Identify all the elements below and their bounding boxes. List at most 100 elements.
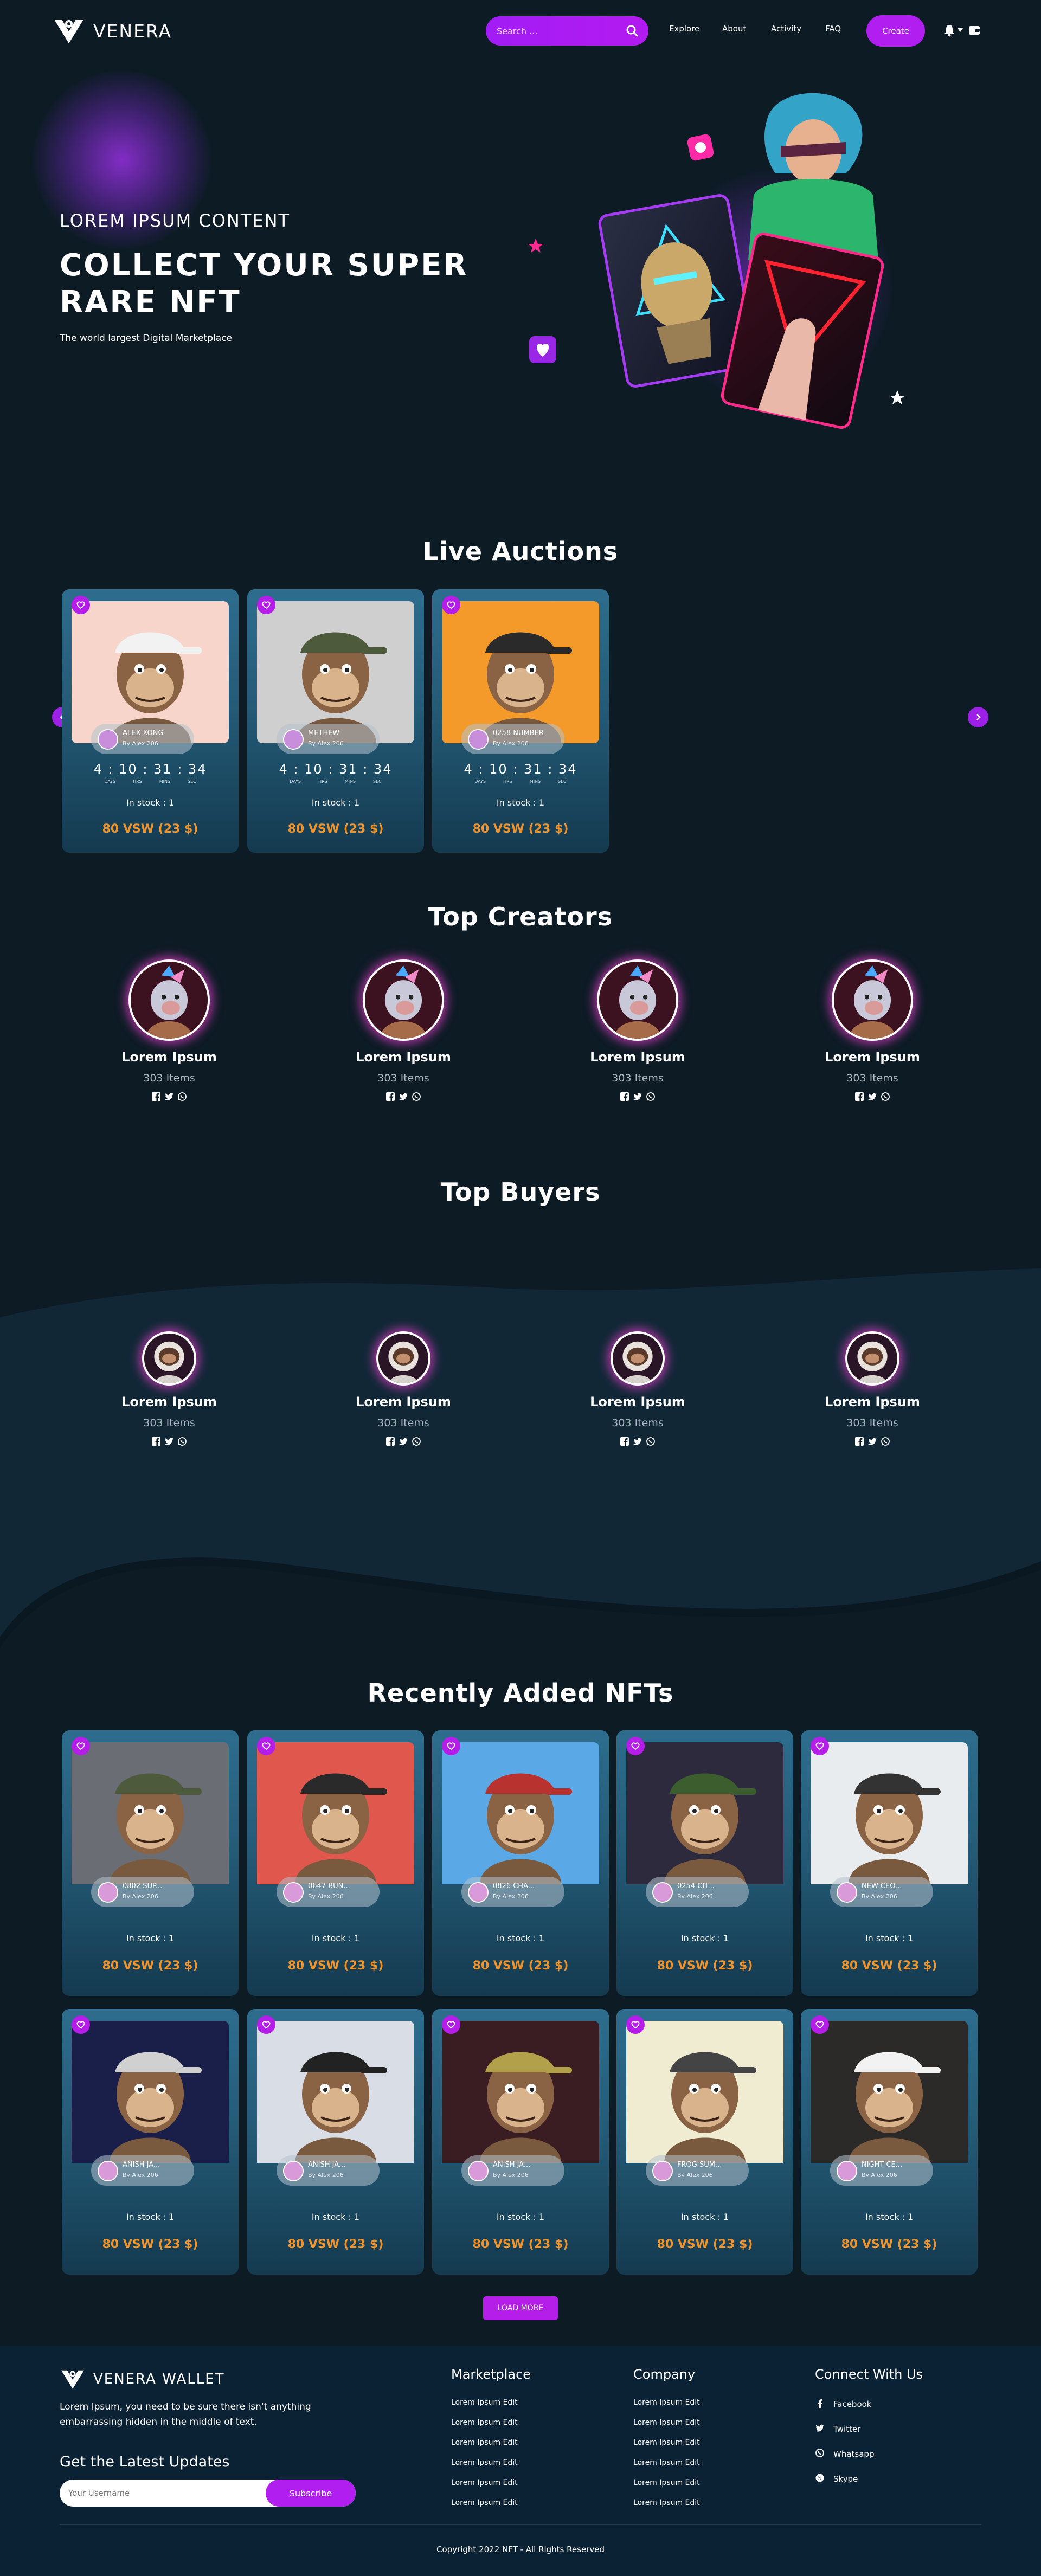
nft-card[interactable]: ANISH JA... By Alex 206 In stock : 1 80 VSW… — [62, 2009, 239, 2275]
facebook-icon[interactable] — [151, 1092, 161, 1102]
twitter-icon[interactable] — [868, 1092, 877, 1102]
carousel-next-button[interactable] — [968, 707, 988, 727]
nft-card[interactable]: 0254 CIT... By Alex 206 In stock : 1 80 VSW… — [616, 1730, 793, 1996]
load-more-button[interactable]: LOAD MORE — [483, 2296, 558, 2320]
brand-logo[interactable]: VENERA — [52, 16, 172, 46]
nft-card[interactable]: NEW CEO... By Alex 206 In stock : 1 80 VSW … — [801, 1730, 978, 1996]
whatsapp-icon[interactable] — [412, 1437, 421, 1446]
buyer-card[interactable]: Lorem Ipsum 303 Items — [556, 1331, 719, 1446]
search-icon[interactable] — [626, 24, 639, 37]
twitter-icon[interactable] — [633, 1437, 642, 1446]
owner-chip[interactable]: 0254 CIT... By Alex 206 — [646, 1877, 749, 1907]
social-link[interactable]: Twitter — [815, 2423, 860, 2435]
facebook-icon[interactable] — [620, 1437, 629, 1446]
facebook-icon[interactable] — [385, 1092, 395, 1102]
owner-chip[interactable]: ANISH JA... By Alex 206 — [277, 2155, 380, 2186]
owner-chip[interactable]: ANISH JA... By Alex 206 — [91, 2155, 194, 2186]
social-link[interactable]: S Skype — [815, 2473, 858, 2485]
like-button[interactable] — [811, 2015, 829, 2034]
bell-icon[interactable] — [943, 24, 955, 37]
nav-about[interactable]: About — [722, 24, 746, 34]
creator-avatar-frame[interactable] — [128, 959, 210, 1041]
nft-card[interactable]: 0802 SUP... By Alex 206 In stock : 1 80 VSW… — [62, 1730, 239, 1996]
like-button[interactable] — [442, 2015, 460, 2034]
nft-card[interactable]: NIGHT CE... By Alex 206 In stock : 1 80 VSW… — [801, 2009, 978, 2275]
nft-card[interactable]: 0826 CHA... By Alex 206 In stock : 1 80 VSW… — [432, 1730, 609, 1996]
owner-chip[interactable]: 0802 SUP... By Alex 206 — [91, 1877, 194, 1907]
like-button[interactable] — [257, 1737, 275, 1755]
social-link[interactable]: Whatsapp — [815, 2448, 874, 2460]
auction-card[interactable]: 0258 NUMBER By Alex 206 4 : 10 : 31 : 34 DA… — [432, 589, 609, 853]
buyer-avatar-frame[interactable] — [845, 1331, 899, 1386]
whatsapp-icon[interactable] — [881, 1092, 890, 1102]
company-link[interactable]: Lorem Ipsum Edit — [633, 2398, 700, 2407]
whatsapp-icon[interactable] — [881, 1437, 890, 1446]
owner-chip[interactable]: 0826 CHA... By Alex 206 — [461, 1877, 564, 1907]
like-button[interactable] — [257, 596, 275, 614]
owner-chip[interactable]: FROG SUM... By Alex 206 — [646, 2155, 749, 2186]
subscribe-button[interactable]: Subscribe — [266, 2480, 356, 2507]
creator-card[interactable]: Lorem Ipsum 303 Items — [88, 959, 250, 1102]
owner-chip[interactable]: ALEX XONG By Alex 206 — [91, 724, 194, 754]
twitter-icon[interactable] — [164, 1092, 174, 1102]
buyer-card[interactable]: Lorem Ipsum 303 Items — [791, 1331, 954, 1446]
buyer-avatar-frame[interactable] — [142, 1331, 196, 1386]
company-link[interactable]: Lorem Ipsum Edit — [633, 2498, 700, 2507]
creator-avatar-frame[interactable] — [832, 959, 913, 1041]
whatsapp-icon[interactable] — [177, 1437, 187, 1446]
nft-image[interactable] — [257, 601, 414, 743]
search-input[interactable] — [497, 25, 616, 36]
like-button[interactable] — [72, 1737, 90, 1755]
nft-image[interactable] — [72, 601, 229, 743]
nav-explore[interactable]: Explore — [669, 24, 699, 34]
twitter-icon[interactable] — [399, 1437, 408, 1446]
creator-card[interactable]: Lorem Ipsum 303 Items — [791, 959, 954, 1102]
owner-chip[interactable]: NEW CEO... By Alex 206 — [830, 1877, 933, 1907]
facebook-icon[interactable] — [854, 1092, 864, 1102]
creator-card[interactable]: Lorem Ipsum 303 Items — [322, 959, 485, 1102]
owner-chip[interactable]: ANISH JA... By Alex 206 — [461, 2155, 564, 2186]
like-button[interactable] — [626, 2015, 645, 2034]
like-button[interactable] — [811, 1737, 829, 1755]
like-button[interactable] — [442, 1737, 460, 1755]
social-link[interactable]: Facebook — [815, 2398, 871, 2410]
nav-activity[interactable]: Activity — [771, 24, 801, 34]
twitter-icon[interactable] — [633, 1092, 642, 1102]
marketplace-link[interactable]: Lorem Ipsum Edit — [451, 2398, 518, 2407]
auction-card[interactable]: METHEW By Alex 206 4 : 10 : 31 : 34 DAYS HRS… — [247, 589, 424, 853]
marketplace-link[interactable]: Lorem Ipsum Edit — [451, 2458, 518, 2467]
nft-card[interactable]: 0647 BUN... By Alex 206 In stock : 1 80 VSW… — [247, 1730, 424, 1996]
like-button[interactable] — [442, 596, 460, 614]
company-link[interactable]: Lorem Ipsum Edit — [633, 2418, 700, 2427]
whatsapp-icon[interactable] — [646, 1092, 656, 1102]
wallet-icon[interactable] — [968, 24, 980, 36]
owner-chip[interactable]: 0647 BUN... By Alex 206 — [277, 1877, 380, 1907]
auction-card[interactable]: ALEX XONG By Alex 206 4 : 10 : 31 : 34 DAYS… — [62, 589, 239, 853]
company-link[interactable]: Lorem Ipsum Edit — [633, 2438, 700, 2447]
facebook-icon[interactable] — [385, 1437, 395, 1446]
company-link[interactable]: Lorem Ipsum Edit — [633, 2458, 700, 2467]
nft-card[interactable]: FROG SUM... By Alex 206 In stock : 1 80 VSW… — [616, 2009, 793, 2275]
facebook-icon[interactable] — [151, 1437, 161, 1446]
company-link[interactable]: Lorem Ipsum Edit — [633, 2478, 700, 2487]
email-field[interactable] — [68, 2480, 264, 2507]
nft-card[interactable]: ANISH JA... By Alex 206 In stock : 1 80 VSW… — [247, 2009, 424, 2275]
twitter-icon[interactable] — [399, 1092, 408, 1102]
buyer-card[interactable]: Lorem Ipsum 303 Items — [322, 1331, 485, 1446]
owner-chip[interactable]: METHEW By Alex 206 — [277, 724, 380, 754]
nft-card[interactable]: ANISH JA... By Alex 206 In stock : 1 80 VSW… — [432, 2009, 609, 2275]
creator-avatar-frame[interactable] — [363, 959, 444, 1041]
creator-card[interactable]: Lorem Ipsum 303 Items — [556, 959, 719, 1102]
twitter-icon[interactable] — [868, 1437, 877, 1446]
buyer-avatar-frame[interactable] — [376, 1331, 430, 1386]
whatsapp-icon[interactable] — [646, 1437, 656, 1446]
like-button[interactable] — [72, 596, 90, 614]
chevron-down-icon[interactable] — [958, 28, 963, 33]
owner-chip[interactable]: 0258 NUMBER By Alex 206 — [461, 724, 564, 754]
footer-brand[interactable]: VENERA WALLET — [60, 2368, 225, 2391]
like-button[interactable] — [257, 2015, 275, 2034]
marketplace-link[interactable]: Lorem Ipsum Edit — [451, 2418, 518, 2427]
twitter-icon[interactable] — [164, 1437, 174, 1446]
creator-avatar-frame[interactable] — [597, 959, 678, 1041]
whatsapp-icon[interactable] — [412, 1092, 421, 1102]
